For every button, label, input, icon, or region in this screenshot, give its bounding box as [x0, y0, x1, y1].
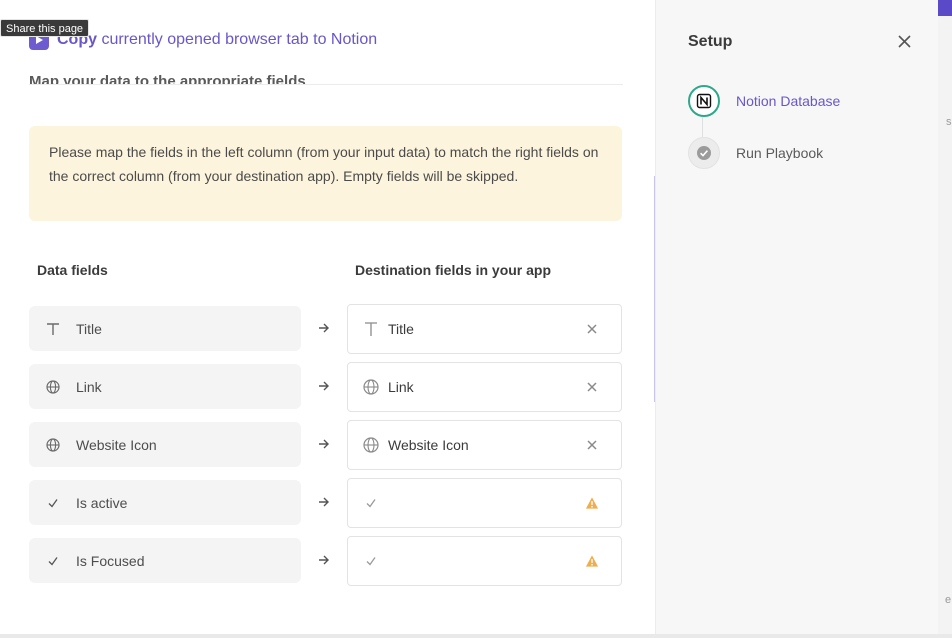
clear-icon[interactable] — [585, 437, 599, 453]
warning-icon — [585, 495, 599, 511]
mapping-panel: Share this page Copy currently opened br… — [0, 0, 655, 638]
destination-field-website-icon[interactable]: Website Icon — [347, 420, 622, 470]
destination-field-is-active[interactable] — [347, 478, 622, 528]
mapping-row: Title Title — [29, 304, 622, 354]
text-icon — [45, 321, 61, 337]
clear-icon[interactable] — [585, 321, 599, 337]
arrow-right-icon — [316, 320, 332, 336]
globe-icon — [363, 437, 379, 453]
source-field-website-icon: Website Icon — [29, 422, 301, 467]
arrow-right-icon — [316, 378, 332, 394]
setup-title: Setup — [688, 33, 733, 50]
destination-field-label: Link — [388, 379, 414, 395]
destination-field-label: Website Icon — [388, 437, 469, 453]
source-field-label: Website Icon — [76, 436, 157, 453]
step-run-playbook[interactable]: Run Playbook — [688, 137, 823, 169]
step-label: Notion Database — [736, 93, 841, 109]
mapping-row: Is Focused — [29, 536, 622, 586]
arrow-right-icon — [316, 436, 332, 452]
mapping-row: Link Link — [29, 362, 622, 412]
step-connector — [702, 117, 703, 137]
background-text: e — [945, 594, 952, 606]
arrow-right-icon — [316, 494, 332, 510]
source-field-label: Title — [76, 320, 102, 337]
source-field-link: Link — [29, 364, 301, 409]
clear-icon[interactable] — [585, 379, 599, 395]
source-field-label: Is active — [76, 494, 128, 511]
source-field-is-focused: Is Focused — [29, 538, 301, 583]
destination-fields-heading: Destination fields in your app — [355, 262, 552, 278]
source-field-label: Link — [76, 378, 102, 395]
destination-field-is-focused[interactable] — [347, 536, 622, 586]
check-circle-icon — [688, 137, 720, 169]
check-icon — [363, 495, 379, 511]
warning-icon — [585, 553, 599, 569]
step-label: Run Playbook — [736, 145, 824, 161]
source-field-is-active: Is active — [29, 480, 301, 525]
text-icon — [363, 321, 379, 337]
notion-icon — [688, 85, 720, 117]
destination-field-link[interactable]: Link — [347, 362, 622, 412]
step-notion-database[interactable]: Notion Database — [688, 85, 840, 117]
close-icon[interactable] — [895, 32, 913, 50]
background-page-edge: s e — [938, 0, 952, 638]
destination-field-label: Title — [388, 321, 414, 337]
globe-icon — [45, 437, 61, 453]
share-tooltip: Share this page — [0, 19, 90, 37]
playbook-title-rest: currently opened browser tab to Notion — [97, 31, 378, 48]
check-icon — [363, 553, 379, 569]
globe-icon — [45, 379, 61, 395]
bottom-edge — [0, 634, 952, 638]
source-field-label: Is Focused — [76, 552, 145, 569]
mapping-row: Website Icon Website Icon — [29, 420, 622, 470]
mapping-row: Is active — [29, 478, 622, 528]
header-divider — [29, 84, 623, 85]
setup-sidebar: Setup Notion Database Run Playbook — [655, 0, 952, 638]
background-header-edge — [938, 0, 952, 16]
mapping-notice: Please map the fields in the left column… — [29, 126, 622, 221]
background-text: s — [946, 116, 952, 128]
check-icon — [45, 495, 61, 511]
destination-field-title[interactable]: Title — [347, 304, 622, 354]
data-fields-heading: Data fields — [37, 262, 108, 278]
globe-icon — [363, 379, 379, 395]
check-icon — [45, 553, 61, 569]
source-field-title: Title — [29, 306, 301, 351]
playbook-title: Copy currently opened browser tab to Not… — [57, 31, 377, 49]
arrow-right-icon — [316, 552, 332, 568]
